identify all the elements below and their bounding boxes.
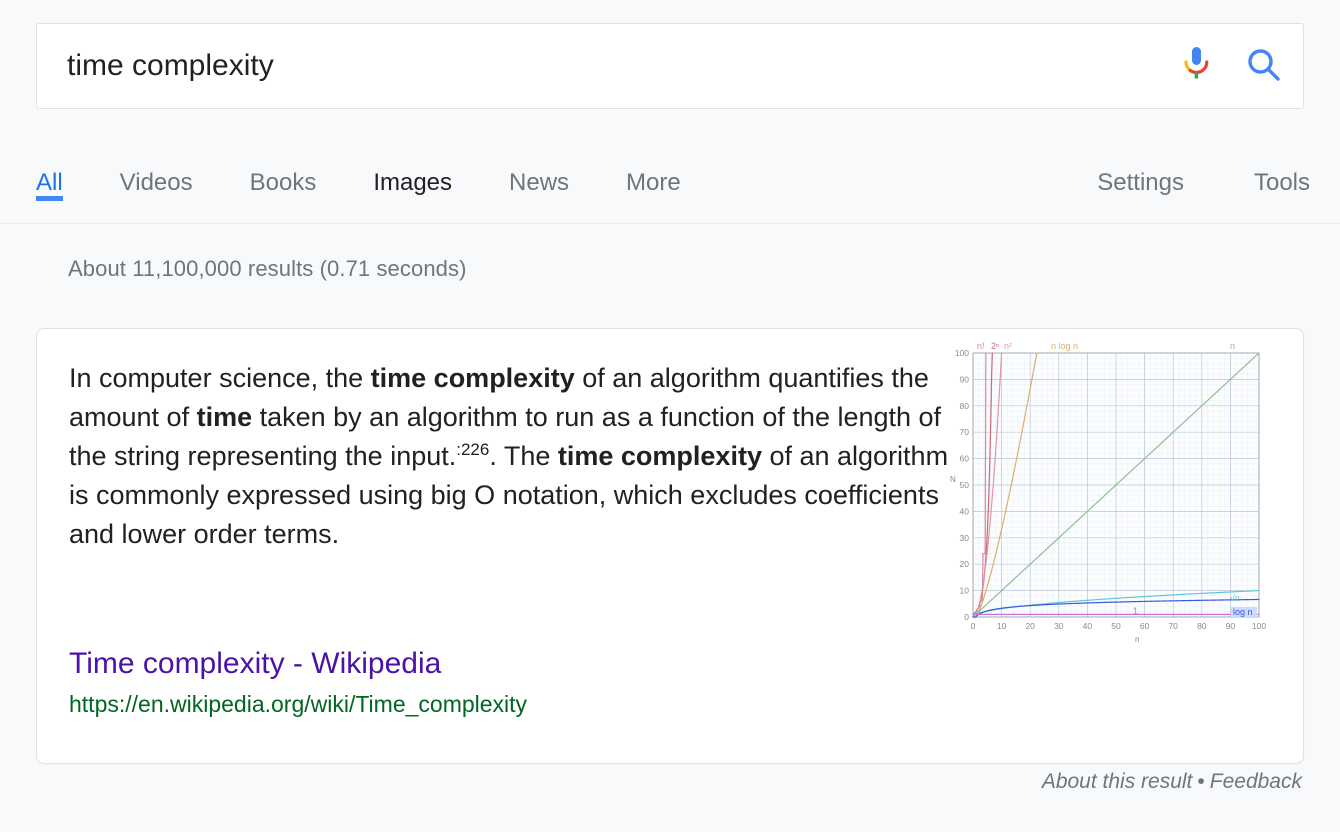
svg-text:0: 0 [971, 621, 976, 631]
svg-text:90: 90 [1226, 621, 1236, 631]
footer-separator: • [1197, 770, 1205, 793]
tab-more[interactable]: More [626, 146, 681, 200]
snippet-part-1: time complexity [370, 363, 575, 393]
svg-text:60: 60 [1140, 621, 1150, 631]
search-tabs-bar: All Videos Books Images News More Settin… [0, 146, 1340, 224]
search-icon [1244, 45, 1284, 88]
chart-label-n: n [1230, 341, 1235, 351]
svg-text:60: 60 [960, 454, 970, 464]
svg-text:40: 40 [1083, 621, 1093, 631]
chart-xaxis-label: n [1135, 635, 1139, 644]
chart-label-n-log-n: n log n [1051, 341, 1078, 351]
about-this-result-link[interactable]: About this result [1042, 770, 1193, 793]
search-bar[interactable] [36, 23, 1304, 109]
tab-images[interactable]: Images [373, 146, 452, 200]
complexity-chart-thumbnail[interactable]: 0 10 20 30 40 50 60 70 80 90 100 0 10 20 30 40 50 60 70 80 9… [947, 339, 1267, 647]
microphone-icon [1182, 45, 1210, 88]
chart-label-n-2: n² [1004, 341, 1012, 351]
chart-yaxis-label: N [950, 475, 956, 484]
search-tabs-left: All Videos Books Images News More [36, 146, 738, 223]
settings-button[interactable]: Settings [1097, 146, 1184, 197]
svg-text:10: 10 [960, 586, 970, 596]
svg-text:100: 100 [955, 348, 969, 358]
svg-text:20: 20 [960, 559, 970, 569]
snippet-part-7: time complexity [557, 441, 762, 471]
svg-text:30: 30 [960, 533, 970, 543]
feedback-link[interactable]: Feedback [1210, 770, 1302, 793]
svg-text:40: 40 [960, 506, 970, 516]
complexity-chart-svg: 0 10 20 30 40 50 60 70 80 90 100 0 10 20 30 40 50 60 70 80 9… [947, 339, 1267, 647]
svg-text:50: 50 [1111, 621, 1121, 631]
snippet-part-6: . The [489, 441, 558, 471]
svg-text:100: 100 [1252, 621, 1266, 631]
result-link-block: Time complexity - Wikipedia https://en.w… [69, 645, 527, 719]
svg-text:70: 70 [1168, 621, 1178, 631]
tab-all[interactable]: All [36, 146, 63, 201]
svg-text:50: 50 [960, 480, 970, 490]
snippet-paragraph: In computer science, the time complexity… [69, 359, 949, 554]
snippet-text-block: In computer science, the time complexity… [69, 359, 949, 554]
snippet-part-0: In computer science, the [69, 363, 371, 393]
snippet-citation: :226 [456, 440, 490, 459]
snippet-part-3: time [196, 402, 253, 432]
search-input[interactable] [37, 46, 1167, 86]
tools-button[interactable]: Tools [1254, 146, 1310, 197]
chart-label-2-n: 2ⁿ [991, 341, 999, 351]
svg-text:30: 30 [1054, 621, 1064, 631]
svg-text:10: 10 [997, 621, 1007, 631]
tab-news[interactable]: News [509, 146, 569, 200]
chart-label-1: 1 [1133, 606, 1138, 616]
svg-text:20: 20 [1025, 621, 1035, 631]
tab-videos[interactable]: Videos [120, 146, 193, 200]
svg-text:80: 80 [960, 401, 970, 411]
result-title-link[interactable]: Time complexity - Wikipedia [69, 645, 527, 683]
card-footer: About this result • Feedback [1042, 770, 1302, 794]
search-submit-button[interactable] [1225, 36, 1303, 96]
svg-text:70: 70 [960, 427, 970, 437]
featured-snippet-card: In computer science, the time complexity… [36, 328, 1304, 764]
svg-text:0: 0 [964, 612, 969, 622]
svg-text:80: 80 [1197, 621, 1207, 631]
result-stats: About 11,100,000 results (0.71 seconds) [68, 256, 467, 281]
tab-books[interactable]: Books [250, 146, 317, 200]
chart-label-sqrt-n-: √n [1230, 593, 1240, 603]
search-tabs-right: Settings Tools [1027, 146, 1310, 223]
svg-text:90: 90 [960, 374, 970, 384]
chart-label-n-: n! [977, 341, 985, 351]
chart-label-log-n: log n [1233, 607, 1253, 617]
microphone-button[interactable] [1167, 36, 1225, 96]
result-url[interactable]: https://en.wikipedia.org/wiki/Time_compl… [69, 689, 527, 719]
